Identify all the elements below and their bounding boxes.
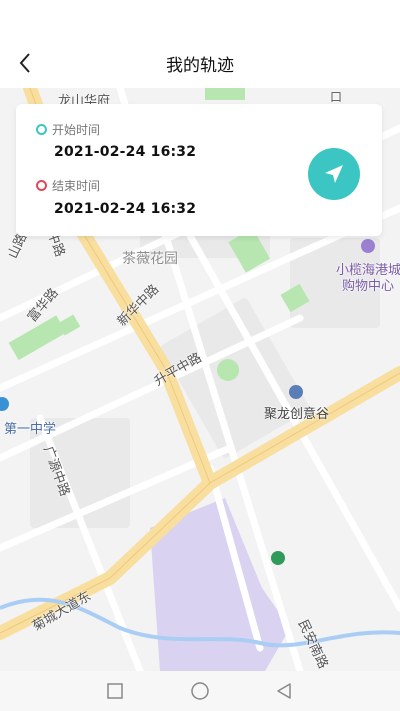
home-button[interactable] [188, 679, 212, 703]
end-dot-icon [36, 180, 47, 191]
app-header: 我的轨迹 [0, 0, 400, 88]
back-nav-button[interactable] [272, 679, 296, 703]
start-dot-icon [36, 124, 47, 135]
end-time-value: 2021-02-24 16:32 [54, 201, 197, 217]
end-time-label-row: 结束时间 [36, 177, 100, 194]
recent-apps-icon [107, 683, 123, 699]
page-title: 我的轨迹 [166, 56, 234, 76]
start-time-label: 开始时间 [52, 123, 101, 137]
locate-button[interactable] [308, 148, 360, 200]
recent-apps-button[interactable] [103, 679, 127, 703]
start-time-value: 2021-02-24 16:32 [54, 144, 197, 160]
home-icon [191, 682, 209, 700]
back-triangle-icon [277, 683, 291, 699]
system-navbar [0, 671, 400, 711]
map-label-xiaolan-2: 购物中心 [342, 279, 395, 294]
navigation-arrow-icon [325, 165, 343, 183]
end-time-label: 结束时间 [52, 179, 101, 193]
time-range-card: 开始时间 2021-02-24 16:32 结束时间 2021-02-24 16… [16, 104, 382, 236]
map-label-marker: 口 [330, 90, 343, 104]
map-label-chawei: 茶薇花园 [122, 251, 178, 267]
map-label-yizhong: 第一中学 [4, 422, 57, 437]
start-time-label-row: 开始时间 [36, 121, 100, 138]
map-label-julong: 聚龙创意谷 [264, 407, 330, 422]
